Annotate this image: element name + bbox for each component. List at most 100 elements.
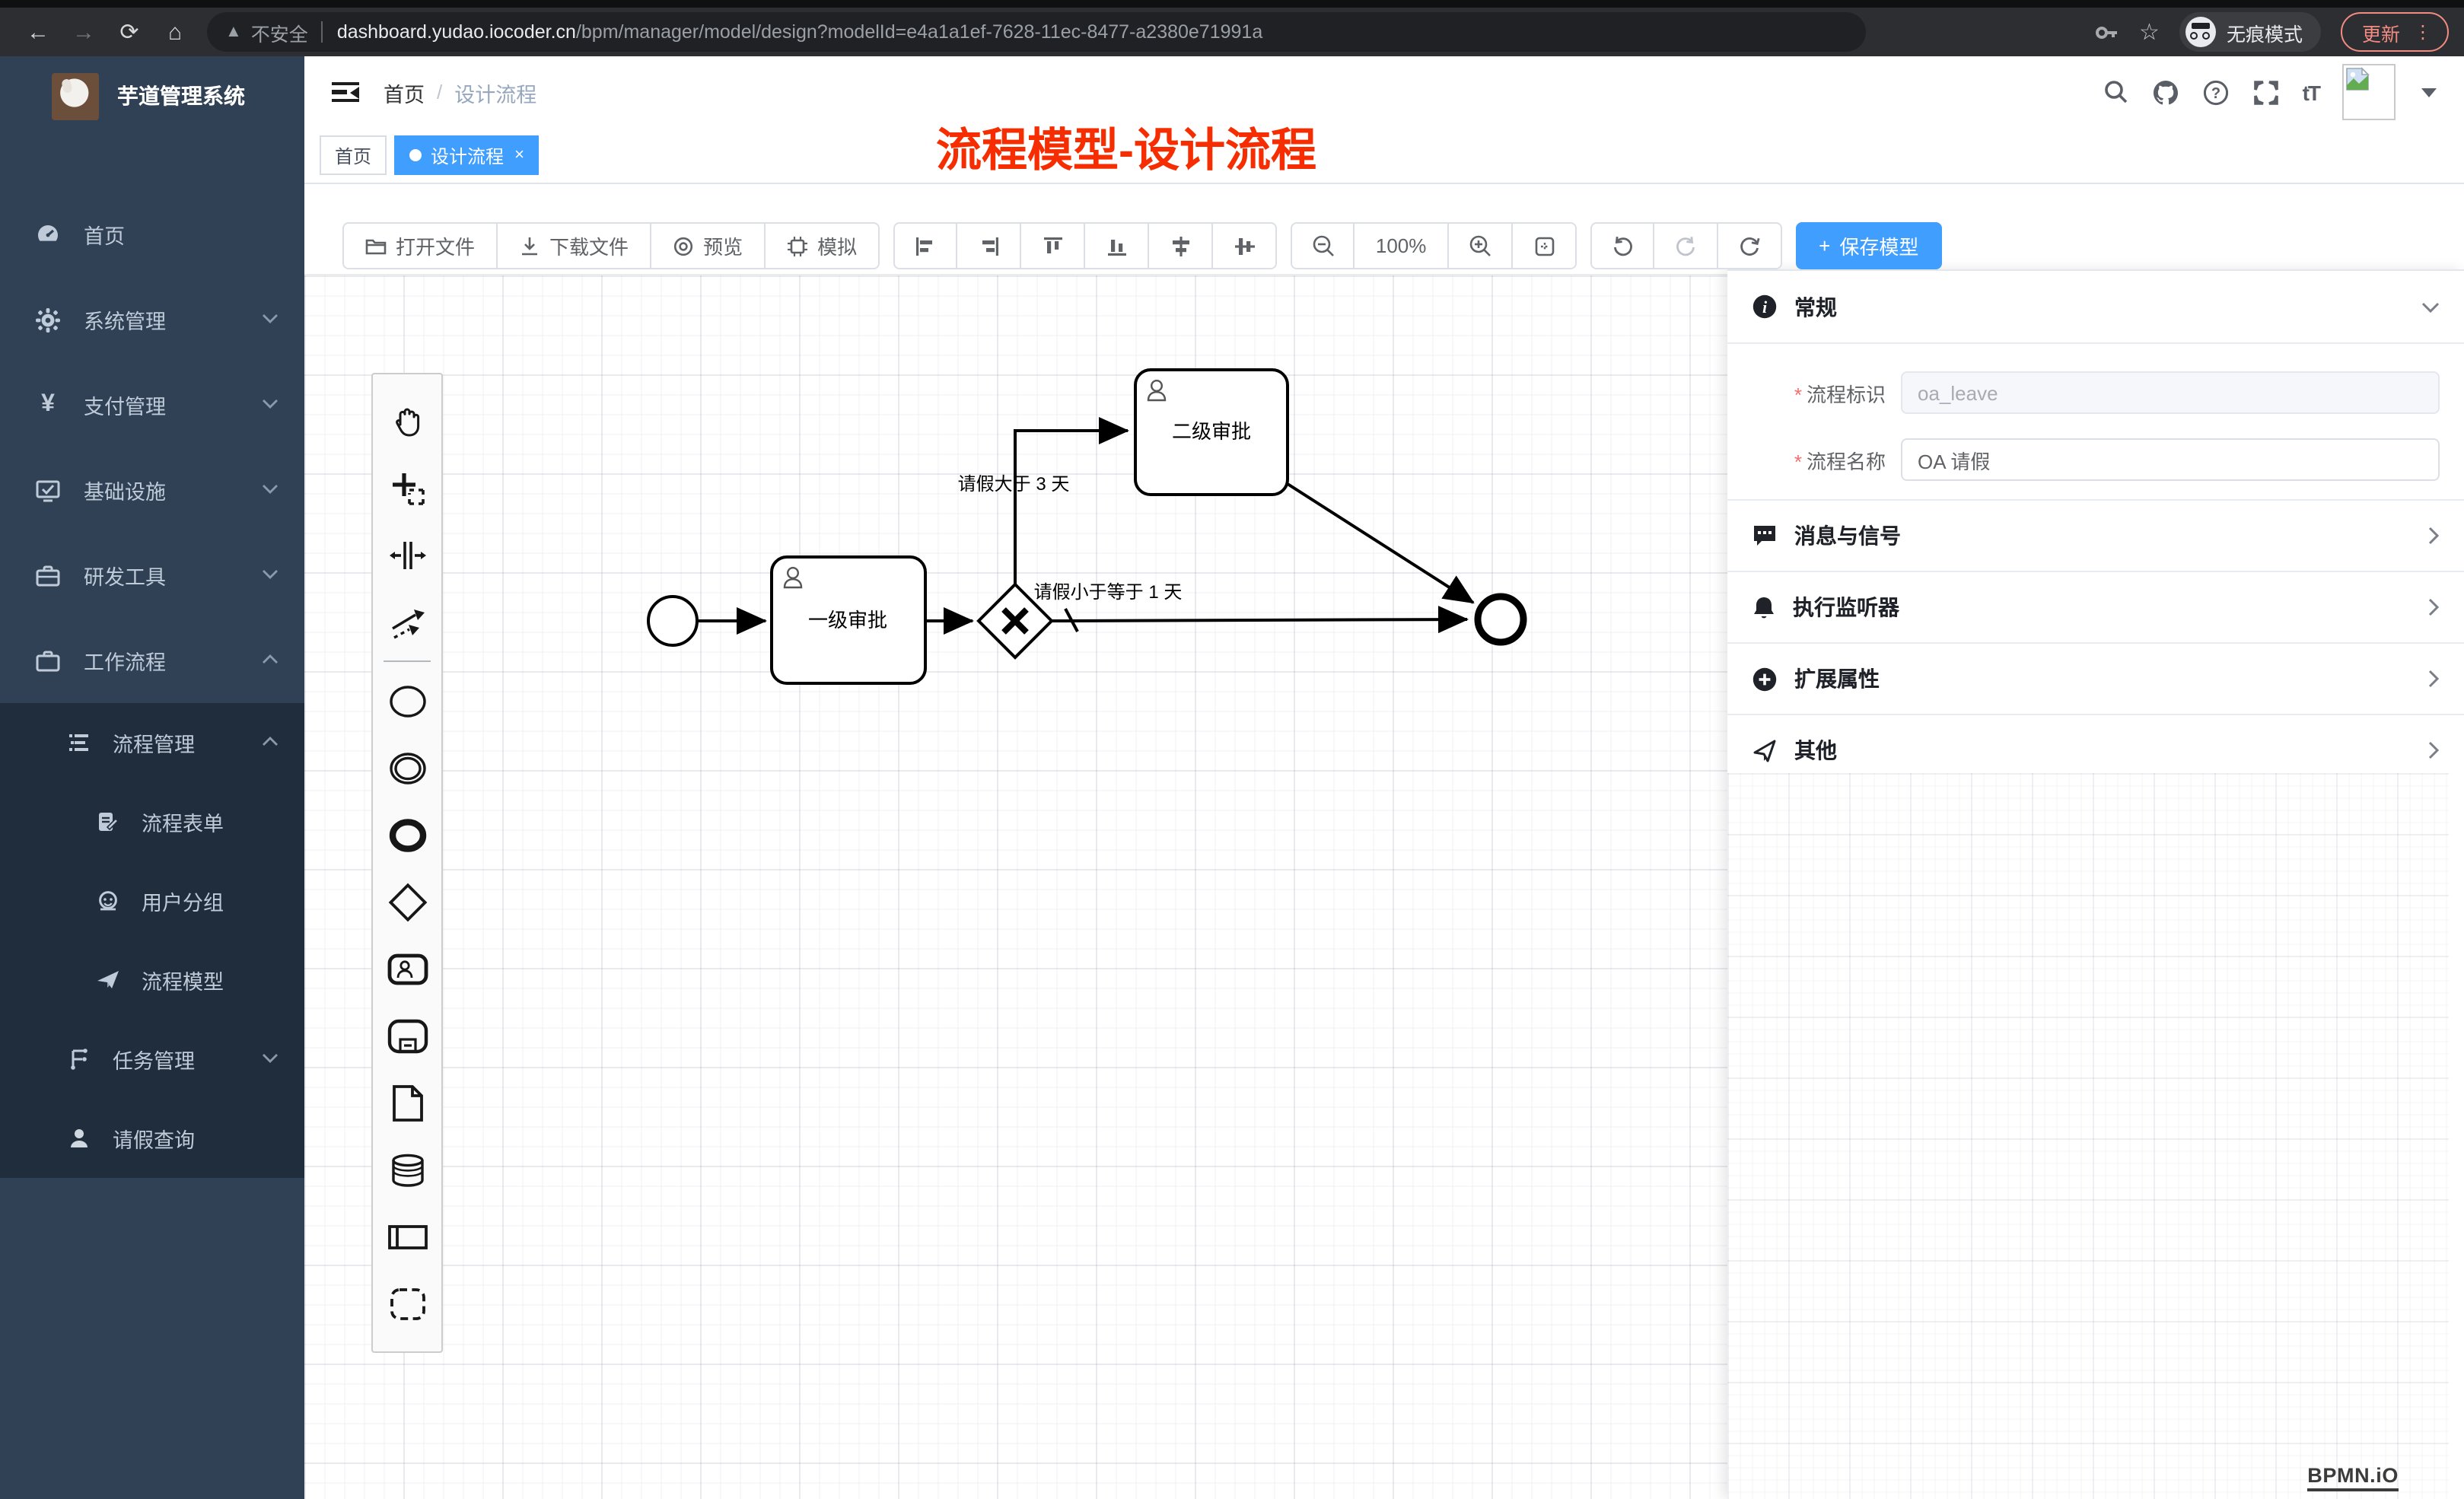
- back-icon[interactable]: ←: [15, 19, 61, 45]
- designer-toolbar: 打开文件 下载文件 预览 模拟 100%: [342, 222, 1941, 269]
- zoom-reset-button[interactable]: [1513, 222, 1577, 269]
- sidebar-item-process-model[interactable]: 流程模型: [0, 940, 304, 1020]
- sidebar-item-leave-query[interactable]: 请假查询: [0, 1099, 304, 1178]
- save-model-button[interactable]: + 保存模型: [1796, 222, 1941, 269]
- sidebar-item-label: 任务管理: [113, 1044, 195, 1074]
- sidebar-item-user-group[interactable]: 用户分组: [0, 861, 304, 940]
- process-key-field-row: *流程标识: [1727, 371, 2440, 414]
- sidebar-item-label: 流程管理: [113, 727, 195, 758]
- preview-button[interactable]: 预览: [651, 222, 766, 269]
- start-event[interactable]: [648, 597, 697, 645]
- restart-button[interactable]: [1718, 222, 1782, 269]
- chevron-right-icon: [2427, 598, 2440, 616]
- open-file-label: 打开文件: [396, 231, 475, 260]
- reload-icon[interactable]: ⟳: [107, 18, 152, 46]
- download-file-button[interactable]: 下载文件: [498, 222, 651, 269]
- browser-tabstrip: [0, 0, 2464, 8]
- sidebar-menu: 首页 系统管理 ¥ 支付管理 基础设施: [0, 192, 304, 1178]
- svg-text:?: ?: [2211, 84, 2220, 101]
- browser-update-button[interactable]: 更新 ⋮: [2341, 12, 2449, 52]
- zoom-in-button[interactable]: [1449, 222, 1513, 269]
- sidebar-item-workflow[interactable]: 工作流程: [0, 618, 304, 703]
- active-dot: [409, 149, 422, 161]
- sidebar-item-task-mgmt[interactable]: 任务管理: [0, 1020, 304, 1099]
- sidebar-item-devtools[interactable]: 研发工具: [0, 533, 304, 618]
- tab-design-process[interactable]: 设计流程 ×: [394, 135, 540, 175]
- paper-plane-icon: [96, 968, 120, 992]
- redo-button[interactable]: [1654, 222, 1718, 269]
- flow-gateway-to-task2[interactable]: [1015, 431, 1128, 584]
- task-second-approve[interactable]: 二级审批: [1135, 370, 1288, 495]
- chevron-down-icon: [262, 484, 279, 495]
- section-execution-listener[interactable]: 执行监听器: [1727, 572, 2464, 644]
- eye-icon: [673, 235, 694, 256]
- sidebar-item-process-mgmt[interactable]: 流程管理: [0, 703, 304, 782]
- forward-icon[interactable]: →: [61, 19, 107, 45]
- sidebar-toggle-icon[interactable]: [332, 81, 359, 103]
- not-secure-label[interactable]: 不安全: [251, 18, 308, 46]
- url-text[interactable]: dashboard.yudao.iocoder.cn/bpm/manager/m…: [337, 21, 1262, 43]
- bell-icon: [1752, 594, 1776, 620]
- end-event[interactable]: [1478, 597, 1523, 642]
- section-general[interactable]: i 常规: [1727, 271, 2464, 344]
- sidebar-item-label: 系统管理: [84, 304, 166, 335]
- process-name-input[interactable]: [1901, 438, 2440, 481]
- password-key-icon[interactable]: [2093, 19, 2119, 45]
- tab-home[interactable]: 首页: [320, 135, 387, 175]
- yen-icon: ¥: [35, 392, 61, 418]
- file-button-group: 打开文件 下载文件 预览 模拟: [342, 222, 880, 269]
- sidebar-item-process-form[interactable]: 流程表单: [0, 782, 304, 861]
- home-icon[interactable]: ⌂: [152, 19, 198, 45]
- flow-branch-icon: [67, 1047, 91, 1071]
- browser-menu-icon[interactable]: ⋮: [2414, 21, 2432, 43]
- required-asterisk: *: [1794, 383, 1802, 406]
- app-logo[interactable]: 芋道管理系统: [0, 56, 304, 135]
- open-file-button[interactable]: 打开文件: [342, 222, 498, 269]
- bpmn-io-watermark[interactable]: BPMN.iO: [2307, 1464, 2399, 1491]
- section-label: 扩展属性: [1794, 664, 1880, 694]
- sidebar-item-payment[interactable]: ¥ 支付管理: [0, 362, 304, 447]
- font-size-icon[interactable]: tT: [2303, 80, 2319, 104]
- close-icon[interactable]: ×: [514, 146, 524, 164]
- sidebar-item-label: 首页: [84, 219, 125, 250]
- chevron-right-icon: [2427, 527, 2440, 545]
- browser-chrome: ← → ⟳ ⌂ ▲ 不安全 dashboard.yudao.iocoder.cn…: [0, 0, 2464, 56]
- align-top-button[interactable]: [1021, 222, 1085, 269]
- zoom-out-button[interactable]: [1291, 222, 1355, 269]
- simulate-button[interactable]: 模拟: [766, 222, 880, 269]
- sidebar-item-home[interactable]: 首页: [0, 192, 304, 277]
- section-message-signal[interactable]: 消息与信号: [1727, 501, 2464, 572]
- sidebar-item-label: 流程表单: [142, 807, 224, 837]
- undo-button[interactable]: [1590, 222, 1654, 269]
- align-right-button[interactable]: [957, 222, 1021, 269]
- sidebar-item-label: 工作流程: [84, 645, 166, 676]
- align-left-button[interactable]: [893, 222, 957, 269]
- github-icon[interactable]: [2152, 78, 2179, 106]
- help-icon[interactable]: ?: [2202, 78, 2230, 106]
- process-key-input[interactable]: [1901, 371, 2440, 414]
- folder-open-icon: [365, 235, 387, 256]
- section-extended-attrs[interactable]: 扩展属性: [1727, 644, 2464, 715]
- task-first-approve[interactable]: 一级审批: [772, 557, 925, 683]
- flow-label-gt3[interactable]: 请假大于 3 天: [958, 474, 1070, 495]
- breadcrumb-home[interactable]: 首页: [384, 77, 425, 107]
- url-bar[interactable]: ▲ 不安全 dashboard.yudao.iocoder.cn/bpm/man…: [207, 12, 1866, 52]
- align-bottom-button[interactable]: [1085, 222, 1149, 269]
- flow-gateway-to-end[interactable]: [1052, 619, 1467, 621]
- chevron-up-icon: [262, 654, 279, 665]
- flow-label-le1[interactable]: 请假小于等于 1 天: [1034, 582, 1183, 603]
- document-edit-icon: [96, 810, 120, 834]
- avatar-caret-icon[interactable]: [2421, 88, 2437, 97]
- flow-task2-to-end[interactable]: [1288, 484, 1473, 603]
- align-vcenter-button[interactable]: [1149, 222, 1213, 269]
- sidebar-item-system[interactable]: 系统管理: [0, 277, 304, 362]
- logo-avatar: [52, 72, 99, 119]
- fullscreen-icon[interactable]: [2252, 78, 2280, 106]
- section-label: 执行监听器: [1793, 592, 1899, 622]
- svg-text:i: i: [1762, 298, 1768, 317]
- align-hcenter-button[interactable]: [1213, 222, 1277, 269]
- avatar[interactable]: [2342, 64, 2396, 120]
- search-icon[interactable]: [2103, 79, 2129, 105]
- sidebar-item-infra[interactable]: 基础设施: [0, 447, 304, 533]
- bookmark-star-icon[interactable]: ☆: [2139, 18, 2160, 46]
